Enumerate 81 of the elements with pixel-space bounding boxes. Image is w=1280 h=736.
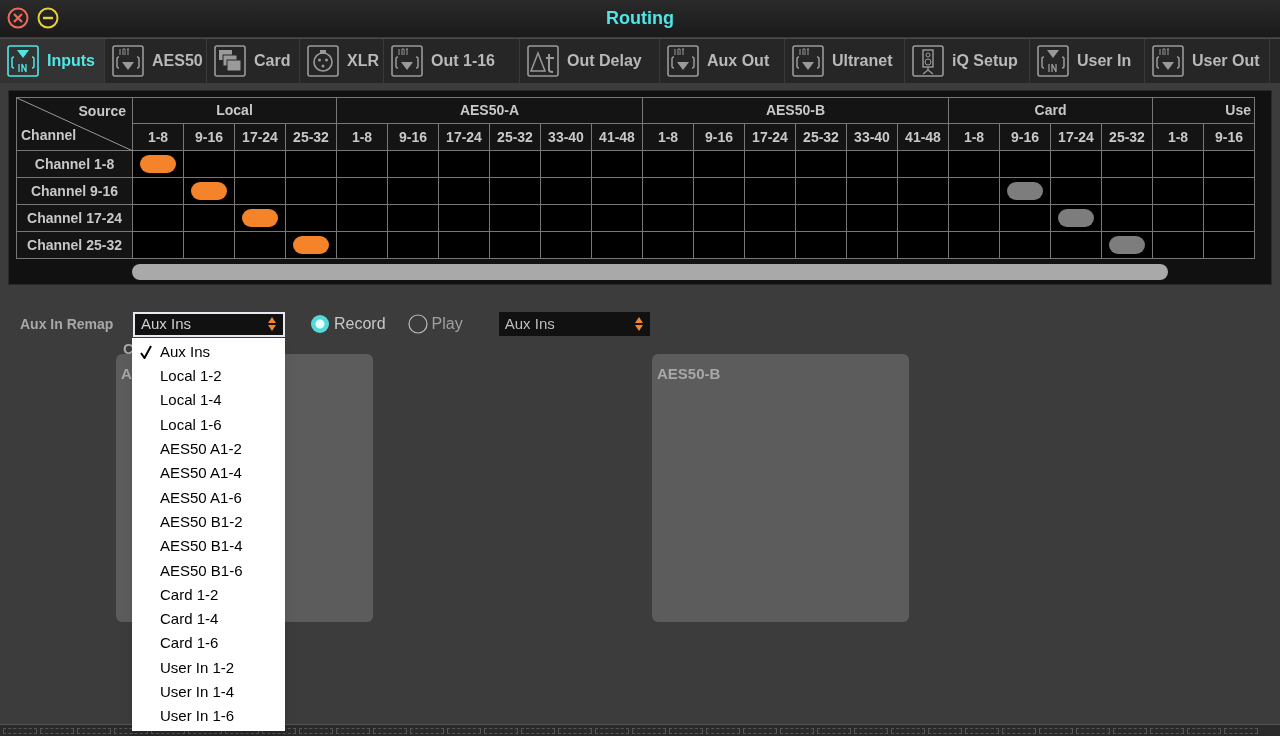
panel-title: AES50-B <box>657 365 721 382</box>
panel-title: A <box>121 365 132 382</box>
menu-item[interactable]: User In 1-6 <box>132 704 285 729</box>
tab-icon <box>912 45 944 77</box>
route-pill[interactable] <box>1109 236 1145 254</box>
menu-item[interactable]: Card 1-4 <box>132 607 285 632</box>
tab-icon <box>391 45 423 77</box>
stepper-icon <box>633 316 644 332</box>
tab-icon <box>307 45 339 77</box>
column-header: 9-16 <box>1215 128 1243 145</box>
tab-icon <box>667 45 699 77</box>
route-pill[interactable] <box>191 182 227 200</box>
close-icon <box>7 7 29 29</box>
route-pill[interactable] <box>1007 182 1043 200</box>
tab-icon <box>792 45 824 77</box>
column-header: 1-8 <box>147 128 169 145</box>
column-header: 33-40 <box>548 128 584 145</box>
column-header: 1-8 <box>1167 128 1189 145</box>
tab[interactable]: Inputs <box>0 39 105 83</box>
menu-item[interactable]: User In 1-2 <box>132 655 285 681</box>
menu-item[interactable]: AES50 A1-4 <box>132 461 285 486</box>
menu-item[interactable]: AES50 A1-2 <box>132 437 285 462</box>
menu-item[interactable]: AES50 A1-6 <box>132 485 285 511</box>
remap-select[interactable]: Aux Ins <box>133 311 285 337</box>
menu-item[interactable]: AES50 B1-6 <box>132 558 285 583</box>
column-header: 25-32 <box>1109 128 1145 145</box>
column-header: 41-48 <box>905 128 941 145</box>
tab-icon <box>214 45 246 77</box>
route-pill[interactable] <box>293 236 329 254</box>
column-header: 9-16 <box>399 128 427 145</box>
route-pill[interactable] <box>140 155 176 173</box>
menu-item[interactable]: User In 1-4 <box>132 680 285 705</box>
minimize-icon <box>37 7 59 29</box>
remap-label: Aux In Remap <box>20 314 115 334</box>
tab-icon <box>1152 45 1184 77</box>
scrollbar-thumb[interactable] <box>132 264 1168 280</box>
menu-item[interactable]: AES50 B1-4 <box>132 534 285 559</box>
tab-icon <box>527 45 559 77</box>
column-header: 17-24 <box>446 128 482 145</box>
window-title: Routing <box>606 7 674 30</box>
group-header: Local <box>216 102 253 118</box>
column-header: 41-48 <box>599 128 635 145</box>
row-header: Channel 25-32 <box>27 236 122 253</box>
column-header: 9-16 <box>1011 128 1039 145</box>
group-header: AES50-B <box>765 102 826 118</box>
menu-item[interactable]: Local 1-2 <box>132 364 285 389</box>
menu-item[interactable]: AES50 B1-2 <box>132 510 285 535</box>
column-header: 1-8 <box>963 128 985 145</box>
column-header: 1-8 <box>657 128 679 145</box>
menu-item[interactable]: Aux Ins <box>132 340 285 365</box>
radio-option[interactable]: Play <box>407 312 463 336</box>
select-field[interactable]: Aux Ins <box>498 312 650 336</box>
menu-item[interactable]: Local 1-6 <box>132 412 285 438</box>
tab-icon <box>7 45 39 77</box>
stepper-icon <box>267 316 277 332</box>
column-header: 17-24 <box>242 128 278 145</box>
row-header: Channel 1-8 <box>34 155 115 172</box>
column-header: 17-24 <box>752 128 788 145</box>
group-header: AES50-A <box>459 102 520 118</box>
row-header: Channel 9-16 <box>30 182 119 199</box>
group-header: Card <box>1034 102 1067 118</box>
column-header: 25-32 <box>293 128 329 145</box>
column-header: 9-16 <box>705 128 733 145</box>
tab-icon <box>1037 45 1069 77</box>
column-header: 25-32 <box>497 128 533 145</box>
source-label: Source <box>78 102 126 121</box>
group-header: Use <box>1225 102 1251 118</box>
column-header: 25-32 <box>803 128 839 145</box>
menu-item[interactable]: Card 1-2 <box>132 582 285 608</box>
column-header: 9-16 <box>195 128 223 145</box>
menu-item[interactable]: Local 1-4 <box>132 388 285 413</box>
channel-label: Channel <box>21 126 77 145</box>
radio-option[interactable]: Record <box>310 312 386 336</box>
column-header: 33-40 <box>854 128 890 145</box>
row-header: Channel 17-24 <box>27 209 122 226</box>
route-pill[interactable] <box>242 209 278 227</box>
tab-icon <box>112 45 144 77</box>
column-header: 17-24 <box>1058 128 1094 145</box>
route-pill[interactable] <box>1058 209 1094 227</box>
menu-item[interactable]: Card 1-6 <box>132 631 285 656</box>
column-header: 1-8 <box>351 128 373 145</box>
